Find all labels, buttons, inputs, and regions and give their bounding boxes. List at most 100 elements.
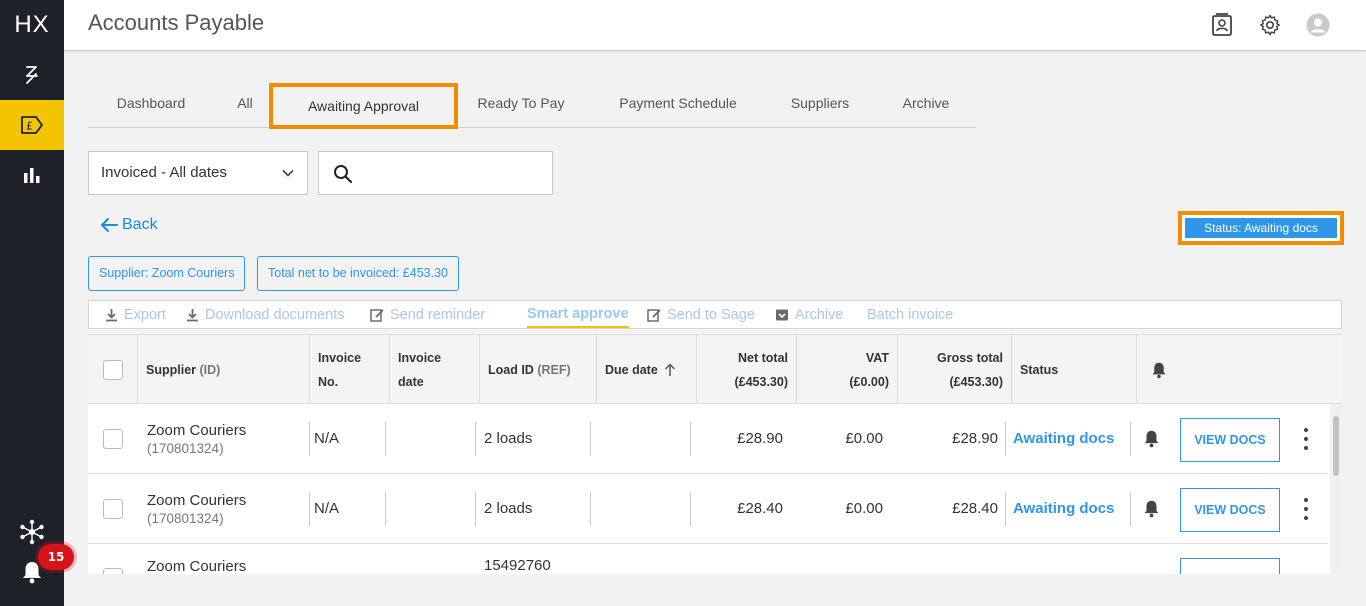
load-id-cell: 2 loads <box>476 404 591 473</box>
header-net-total[interactable]: Net total (£453.30) <box>697 335 797 404</box>
row-checkbox[interactable] <box>103 428 123 449</box>
header-invoice-no[interactable]: Invoice No. <box>310 335 390 404</box>
sidebar: HX £ 15 <box>0 0 74 606</box>
header-gross-total[interactable]: Gross total (£453.30) <box>898 335 1012 404</box>
notification-count-badge[interactable]: 15 <box>38 544 74 570</box>
supplier-name: Zoom Couriers <box>147 492 247 509</box>
date-filter-value: Invoiced - All dates <box>101 164 227 181</box>
scrollbar-thumb[interactable] <box>1333 416 1339 476</box>
header-status-label: Status <box>1020 362 1059 377</box>
invoice-date-cell <box>386 474 476 543</box>
vat-cell: £0.00 <box>845 500 883 517</box>
download-icon <box>106 309 117 322</box>
export-label: Export <box>124 307 166 323</box>
supplier-id: (170801324) <box>147 511 224 526</box>
row-checkbox[interactable] <box>103 568 123 574</box>
sort-arrow-up-icon <box>664 362 675 376</box>
table-row[interactable]: Zoom Couriers (170801324) N/A 2 loads £2… <box>88 404 1328 474</box>
table-header: Supplier (ID) Invoice No. Invoice date L… <box>88 334 1342 404</box>
search-box[interactable] <box>318 151 553 195</box>
download-documents-label: Download documents <box>205 307 345 323</box>
tab-archive[interactable]: Archive <box>896 80 956 126</box>
row-bell-icon[interactable] <box>1143 404 1163 473</box>
select-all-checkbox[interactable] <box>102 359 123 380</box>
bulk-actions-toolbar: Export Download documents Send reminder … <box>88 300 1342 329</box>
supplier-cell: Zoom Couriers (170801324) <box>138 404 310 473</box>
smart-approve-button[interactable]: Smart approve <box>527 301 629 328</box>
row-bell-icon[interactable] <box>1143 474 1163 543</box>
more-options-icon[interactable] <box>1301 498 1311 520</box>
table-row[interactable]: Zoom Couriers 15492760 <box>88 544 1328 574</box>
tab-ready-to-pay[interactable]: Ready To Pay <box>470 80 572 126</box>
download-icon <box>187 309 198 322</box>
view-docs-button[interactable]: VIEW DOCS <box>1180 418 1280 462</box>
pound-tag-icon[interactable]: £ <box>0 100 64 150</box>
search-input[interactable] <box>363 160 543 186</box>
view-docs-button[interactable]: VIEW DOCS <box>1180 488 1280 532</box>
header-invoice-date-line1: Invoice <box>398 350 442 365</box>
tab-dashboard[interactable]: Dashboard <box>102 80 200 126</box>
gross-total-cell: £28.90 <box>891 404 1006 473</box>
tab-awaiting-approval[interactable]: Awaiting Approval <box>269 83 458 129</box>
header-supplier-label: Supplier <box>146 362 197 377</box>
supplier-cell: Zoom Couriers (170801324) <box>138 474 310 543</box>
supplier-name: Zoom Couriers <box>147 422 247 439</box>
settings-gear-icon[interactable] <box>1257 12 1283 38</box>
send-reminder-label: Send reminder <box>390 307 486 323</box>
status-link[interactable]: Awaiting docs <box>1013 500 1114 517</box>
header-vat[interactable]: VAT (£0.00) <box>797 335 898 404</box>
supplier-filter-chip[interactable]: Supplier: Zoom Couriers <box>88 256 246 291</box>
supplier-name: Zoom Couriers <box>147 558 247 574</box>
send-to-sage-button[interactable]: Send to Sage <box>647 301 755 329</box>
row-select-cell <box>88 474 138 543</box>
back-link[interactable]: Back <box>100 216 158 234</box>
header-invoice-date[interactable]: Invoice date <box>390 335 480 404</box>
header-supplier[interactable]: Supplier (ID) <box>138 335 310 404</box>
arrow-left-icon <box>101 218 118 232</box>
header-due-date[interactable]: Due date <box>597 335 697 404</box>
archive-button[interactable]: Archive <box>775 301 843 329</box>
load-id-cell: 2 loads <box>476 474 591 543</box>
invoice-date-cell <box>386 404 476 473</box>
row-select-cell <box>88 544 138 574</box>
bar-chart-icon[interactable] <box>0 150 64 200</box>
search-icon <box>334 165 353 184</box>
table-scrollbar[interactable] <box>1330 404 1342 574</box>
download-documents-button[interactable]: Download documents <box>186 301 344 329</box>
tab-all[interactable]: All <box>230 80 260 126</box>
header-gross-total-line1: Gross total <box>937 350 1003 365</box>
view-docs-button[interactable] <box>1180 558 1280 574</box>
status-link[interactable]: Awaiting docs <box>1013 430 1114 447</box>
header-select-all <box>88 335 138 404</box>
tab-payment-schedule[interactable]: Payment Schedule <box>610 80 746 126</box>
more-options-icon[interactable] <box>1301 428 1311 450</box>
net-total-cell: £28.90 <box>737 430 783 447</box>
total-net-chip[interactable]: Total net to be invoiced: £453.30 <box>257 256 459 291</box>
status-filter-button[interactable]: Status: Awaiting docs <box>1185 218 1337 238</box>
tab-suppliers[interactable]: Suppliers <box>786 80 854 126</box>
status-cell: Awaiting docs <box>1006 474 1131 543</box>
send-reminder-button[interactable]: Send reminder <box>370 301 485 329</box>
contact-card-icon[interactable] <box>1209 12 1235 38</box>
header-notifications <box>1137 335 1342 404</box>
app-logo[interactable]: HX <box>0 6 64 44</box>
header-vat-line2: (£0.00) <box>849 374 889 389</box>
route-icon[interactable] <box>0 50 64 100</box>
user-avatar-icon[interactable] <box>1305 12 1331 38</box>
date-filter-select[interactable]: Invoiced - All dates <box>88 151 308 195</box>
batch-invoice-button[interactable]: Batch invoice <box>867 301 953 329</box>
header-status[interactable]: Status <box>1012 335 1137 404</box>
edit-document-icon <box>370 309 384 322</box>
status-cell: Awaiting docs <box>1006 404 1131 473</box>
row-checkbox[interactable] <box>103 498 123 519</box>
header-load-id[interactable]: Load ID (REF) <box>480 335 597 404</box>
table-row[interactable]: Zoom Couriers (170801324) N/A 2 loads £2… <box>88 474 1328 544</box>
vat-cell: £0.00 <box>845 430 883 447</box>
export-button[interactable]: Export <box>105 301 166 329</box>
send-to-sage-label: Send to Sage <box>667 307 755 323</box>
edit-document-icon <box>647 309 661 322</box>
top-header: Accounts Payable <box>64 0 1366 51</box>
row-select-cell <box>88 404 138 473</box>
header-invoice-no-line2: No. <box>318 374 339 389</box>
header-load-ref: (REF) <box>537 362 571 377</box>
